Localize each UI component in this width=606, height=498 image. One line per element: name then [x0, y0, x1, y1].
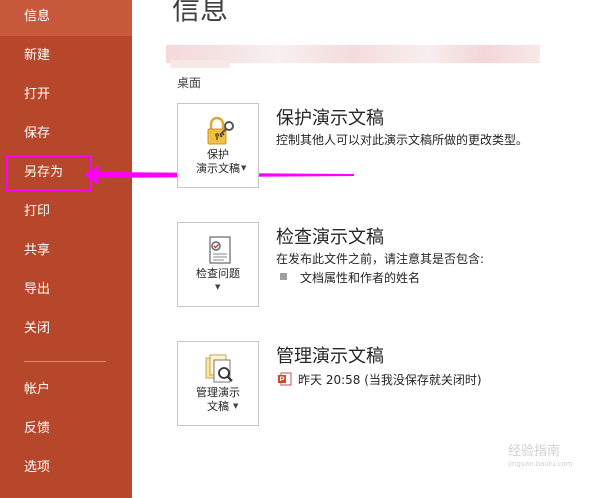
manage-presentation-button-label: 管理演示 文稿 [196, 386, 240, 413]
protect-presentation-button[interactable]: 保护 演示文稿 ▼ [177, 103, 259, 188]
sidebar-item-options[interactable]: 选项 [0, 449, 132, 487]
lock-key-icon [207, 116, 234, 145]
inspect-bullet-text: 文档属性和作者的姓名 [300, 271, 421, 285]
sidebar-item-share[interactable]: 共享 [0, 232, 132, 270]
watermark-subtext: jingyan.baidu.com [508, 460, 573, 468]
inspect-heading: 检查演示文稿 [276, 227, 384, 248]
powerpoint-file-icon [278, 372, 292, 386]
sidebar-item-print[interactable]: 打印 [0, 193, 132, 231]
protect-heading: 保护演示文稿 [276, 108, 384, 129]
sidebar-item-new[interactable]: 新建 [0, 37, 132, 75]
chevron-down-icon: ▼ [233, 402, 239, 410]
sidebar-item-save[interactable]: 保存 [0, 115, 132, 153]
sidebar-item-account[interactable]: 帐户 [0, 371, 132, 409]
bullet-square-icon [280, 273, 287, 280]
sidebar-item-feedback[interactable]: 反馈 [0, 410, 132, 448]
sidebar-item-open[interactable]: 打开 [0, 76, 132, 114]
inspect-document-icon [209, 236, 231, 264]
sidebar-divider [24, 361, 106, 362]
file-location: 桌面 [177, 76, 202, 90]
autosave-version-link[interactable]: 昨天 20:58 (当我没保存就关闭时) [298, 371, 482, 388]
sidebar-item-info[interactable]: 信息 [0, 0, 132, 36]
chevron-down-icon: ▼ [241, 164, 247, 172]
sidebar-item-close[interactable]: 关闭 [0, 310, 132, 348]
blurred-file-path-extra [170, 60, 230, 68]
sidebar-item-export[interactable]: 导出 [0, 271, 132, 309]
protect-description: 控制其他人可以对此演示文稿所做的更改类型。 [276, 133, 529, 147]
chevron-down-icon: ▼ [215, 283, 221, 291]
check-for-issues-button[interactable]: 检查问题 ▼ [177, 222, 259, 307]
watermark-text: 经验指南 [508, 444, 561, 459]
check-for-issues-button-label: 检查问题 [196, 267, 240, 280]
page-title: 信息 [172, 0, 229, 26]
backstage-sidebar: 信息 新建 打开 保存 另存为 打印 共享 导出 关闭 帐户 反馈 选项 [0, 0, 132, 498]
manage-document-icon [205, 354, 233, 383]
annotation-highlight-box [6, 155, 92, 191]
watermark: 经验指南 jingyan.baidu.com [508, 440, 588, 470]
manage-heading: 管理演示文稿 [276, 346, 384, 367]
inspect-description: 在发布此文件之前，请注意其是否包含: [276, 252, 485, 266]
manage-presentation-button[interactable]: 管理演示 文稿 ▼ [177, 341, 259, 426]
